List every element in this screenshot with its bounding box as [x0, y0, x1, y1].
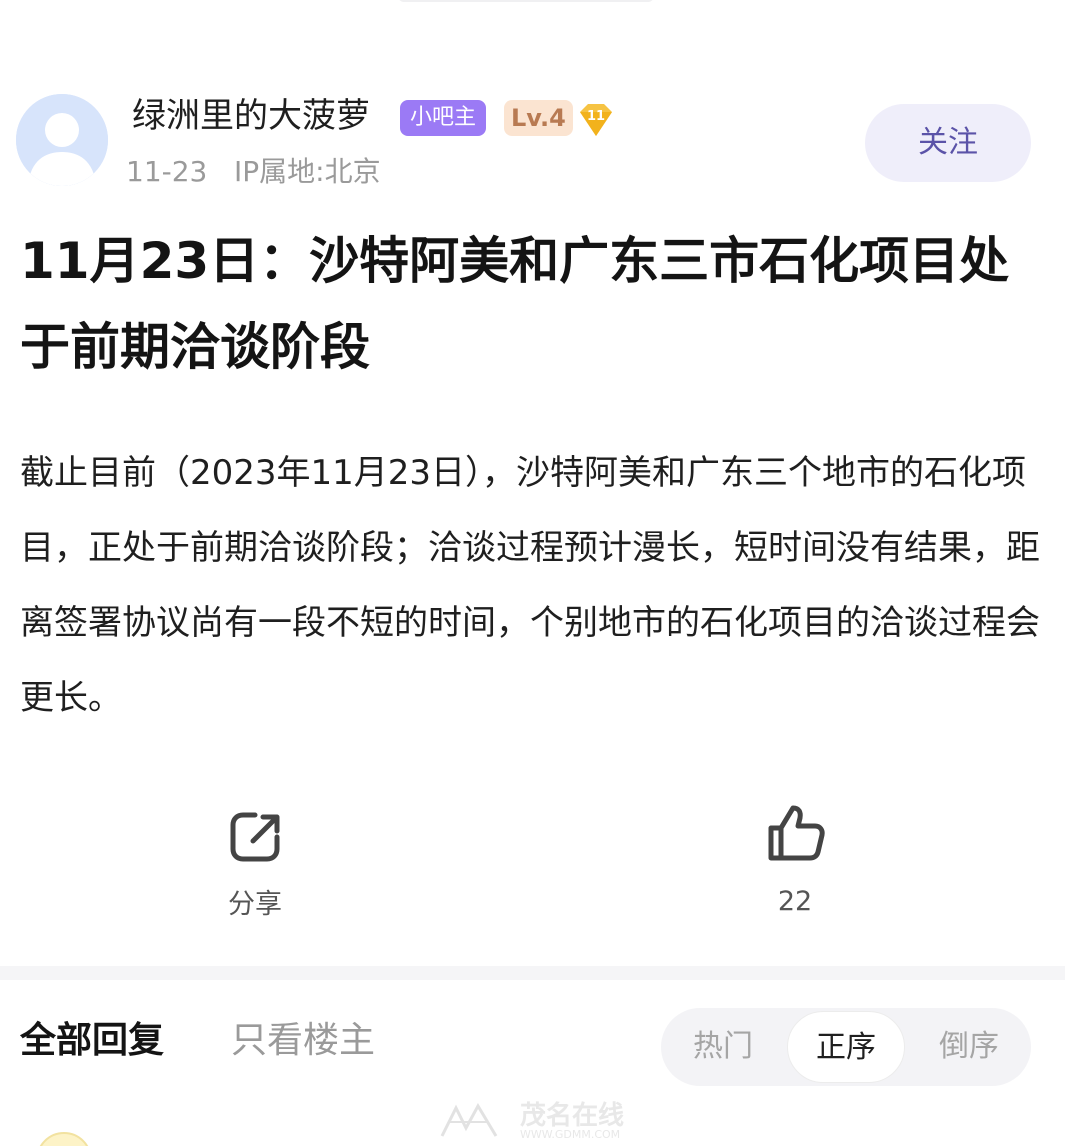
sort-descending-option[interactable]: 倒序: [907, 1008, 1031, 1086]
site-watermark: 茂名在线 WWW.GDMM.COM: [436, 1100, 636, 1146]
drag-handle: [398, 0, 654, 2]
tab-owner-only[interactable]: 只看楼主: [231, 1018, 375, 1064]
level-number: 11: [587, 109, 605, 124]
watermark-url: WWW.GDMM.COM: [520, 1128, 621, 1141]
like-count: 22: [777, 886, 813, 917]
section-divider: [0, 966, 1065, 980]
like-button[interactable]: 22: [745, 800, 845, 925]
author-name[interactable]: 绿洲里的大菠萝: [132, 94, 370, 138]
watermark-text: 茂名在线: [520, 1101, 625, 1131]
post-date: 11-23: [126, 155, 208, 188]
thumbs-up-icon: [768, 805, 825, 861]
moderator-badge: 小吧主: [400, 100, 487, 136]
level-badge: Lv.4: [504, 100, 573, 136]
share-button[interactable]: 分享: [205, 805, 305, 930]
reply-toolbar: 全部回复 只看楼主 热门 正序 倒序: [0, 1006, 1065, 1088]
share-label: 分享: [228, 889, 282, 920]
watermark-logo-icon: [440, 1102, 498, 1137]
author-header: 绿洲里的大菠萝 小吧主 Lv.4 11 11-23 IP属地:北京 关注: [0, 90, 1065, 190]
default-user-avatar-icon: [16, 94, 108, 186]
sort-toggle: 热门 正序 倒序: [661, 1008, 1031, 1086]
reply-avatar[interactable]: [36, 1132, 92, 1146]
tab-all-replies[interactable]: 全部回复: [20, 1018, 164, 1064]
share-icon: [230, 812, 280, 862]
follow-button[interactable]: 关注: [865, 104, 1031, 182]
level-diamond-icon: 11: [574, 98, 618, 142]
post-title: 11月23日：沙特阿美和广东三市石化项目处于前期洽谈阶段: [20, 232, 1010, 376]
ip-location: IP属地:北京: [234, 155, 381, 188]
sort-hot-option[interactable]: 热门: [661, 1008, 785, 1086]
post-body: 截止目前（2023年11月23日），沙特阿美和广东三个地市的石化项目，正处于前期…: [20, 453, 1040, 718]
author-avatar[interactable]: [16, 94, 108, 186]
sort-ascending-option[interactable]: 正序: [787, 1011, 905, 1083]
